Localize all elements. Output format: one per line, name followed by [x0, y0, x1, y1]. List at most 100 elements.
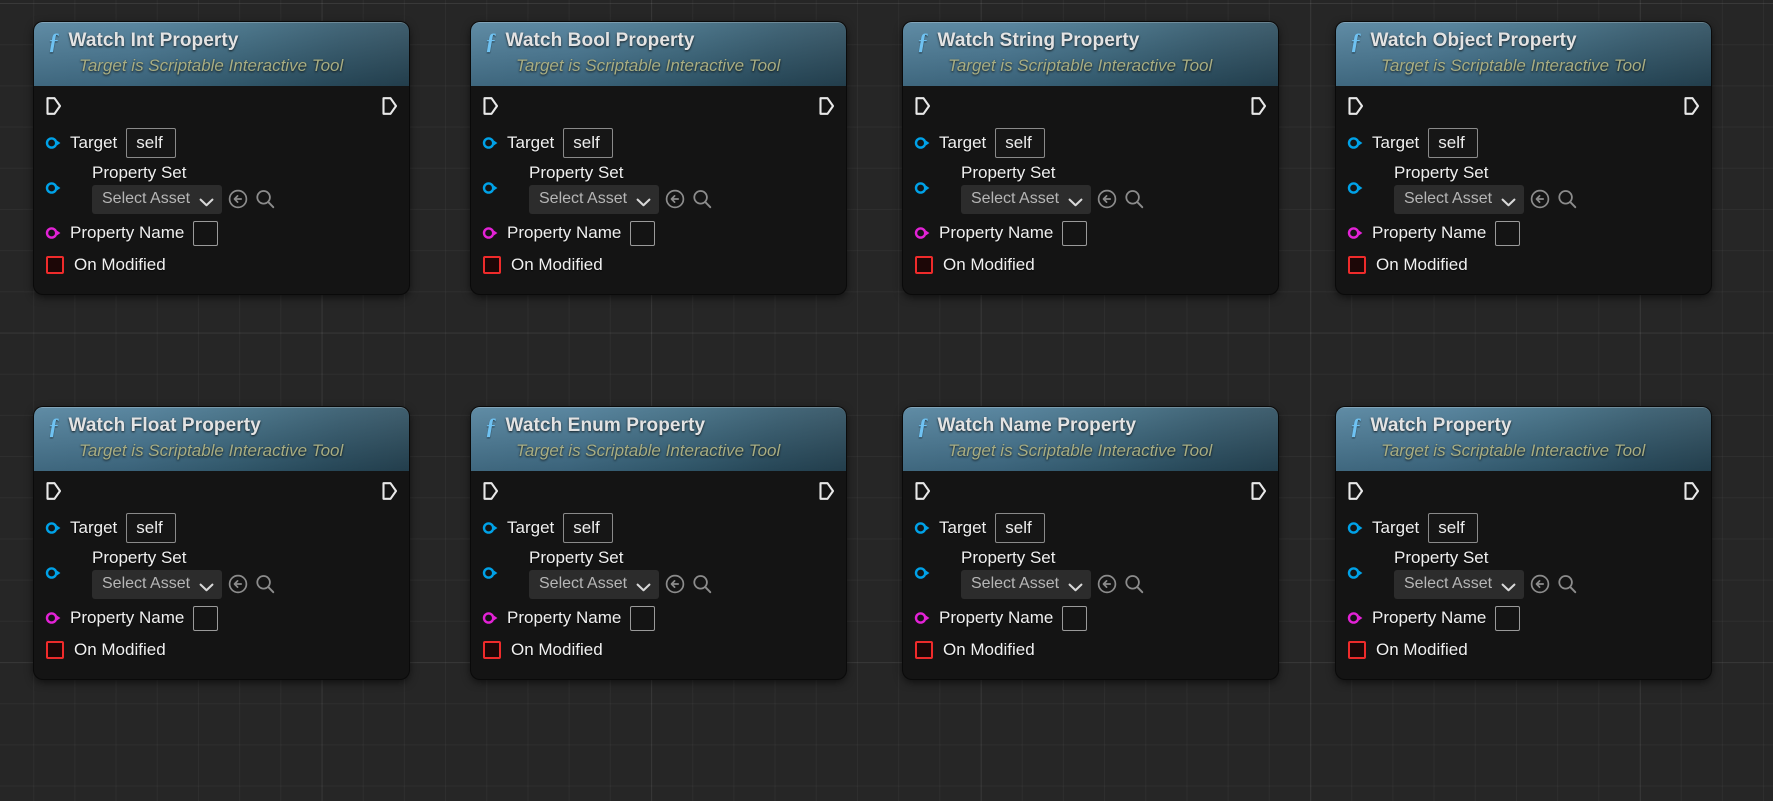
name-pin-icon[interactable] — [45, 225, 61, 241]
asset-picker-dropdown[interactable]: Select Asset — [961, 569, 1092, 599]
exec-output-pin-icon[interactable] — [1250, 96, 1267, 116]
exec-input-pin-icon[interactable] — [482, 96, 499, 116]
object-pin-icon[interactable] — [45, 520, 61, 536]
exec-output-pin-icon[interactable] — [381, 96, 398, 116]
property-name-input[interactable] — [1495, 220, 1521, 246]
object-pin-icon[interactable] — [1347, 180, 1363, 196]
browse-to-asset-icon[interactable] — [1555, 188, 1578, 211]
use-selected-asset-icon[interactable] — [1095, 188, 1118, 211]
node-header[interactable]: ƒ Watch Int Property Target is Scriptabl… — [34, 22, 409, 86]
node-header[interactable]: ƒ Watch Enum Property Target is Scriptab… — [471, 407, 846, 471]
exec-output-pin-icon[interactable] — [381, 481, 398, 501]
target-self-value[interactable]: self — [563, 128, 614, 158]
object-pin-icon[interactable] — [482, 180, 498, 196]
property-name-input[interactable] — [193, 605, 219, 631]
object-pin-icon[interactable] — [1347, 520, 1363, 536]
name-pin-icon[interactable] — [914, 610, 930, 626]
delegate-pin-icon[interactable] — [1348, 641, 1366, 659]
browse-to-asset-icon[interactable] — [253, 188, 276, 211]
property-name-input[interactable] — [1062, 605, 1088, 631]
blueprint-node-3[interactable]: ƒ Watch Object Property Target is Script… — [1336, 22, 1711, 294]
delegate-pin-icon[interactable] — [483, 256, 501, 274]
object-pin-icon[interactable] — [914, 520, 930, 536]
delegate-pin-icon[interactable] — [46, 256, 64, 274]
delegate-pin-icon[interactable] — [915, 641, 933, 659]
object-pin-icon[interactable] — [914, 180, 930, 196]
blueprint-node-1[interactable]: ƒ Watch Bool Property Target is Scriptab… — [471, 22, 846, 294]
name-pin-icon[interactable] — [914, 225, 930, 241]
property-name-input[interactable] — [1062, 220, 1088, 246]
target-self-value[interactable]: self — [563, 513, 614, 543]
object-pin-icon[interactable] — [482, 135, 498, 151]
object-pin-icon[interactable] — [45, 135, 61, 151]
target-self-value[interactable]: self — [995, 128, 1046, 158]
object-pin-icon[interactable] — [1347, 135, 1363, 151]
browse-to-asset-icon[interactable] — [1122, 573, 1145, 596]
object-pin-icon[interactable] — [45, 180, 61, 196]
asset-picker-dropdown[interactable]: Select Asset — [1394, 184, 1525, 214]
asset-picker-dropdown[interactable]: Select Asset — [529, 569, 660, 599]
exec-input-pin-icon[interactable] — [482, 481, 499, 501]
blueprint-graph-canvas[interactable]: ƒ Watch Int Property Target is Scriptabl… — [0, 0, 1773, 801]
use-selected-asset-icon[interactable] — [663, 188, 686, 211]
blueprint-node-7[interactable]: ƒ Watch Property Target is Scriptable In… — [1336, 407, 1711, 679]
property-name-input[interactable] — [630, 605, 656, 631]
delegate-pin-icon[interactable] — [915, 256, 933, 274]
use-selected-asset-icon[interactable] — [226, 573, 249, 596]
exec-output-pin-icon[interactable] — [1250, 481, 1267, 501]
object-pin-icon[interactable] — [45, 565, 61, 581]
target-self-value[interactable]: self — [995, 513, 1046, 543]
browse-to-asset-icon[interactable] — [690, 573, 713, 596]
object-pin-icon[interactable] — [1347, 565, 1363, 581]
asset-picker-dropdown[interactable]: Select Asset — [92, 184, 223, 214]
use-selected-asset-icon[interactable] — [1095, 573, 1118, 596]
node-header[interactable]: ƒ Watch String Property Target is Script… — [903, 22, 1278, 86]
exec-input-pin-icon[interactable] — [1347, 96, 1364, 116]
exec-input-pin-icon[interactable] — [914, 481, 931, 501]
target-self-value[interactable]: self — [126, 513, 177, 543]
node-header[interactable]: ƒ Watch Bool Property Target is Scriptab… — [471, 22, 846, 86]
node-header[interactable]: ƒ Watch Property Target is Scriptable In… — [1336, 407, 1711, 471]
browse-to-asset-icon[interactable] — [690, 188, 713, 211]
property-name-input[interactable] — [193, 220, 219, 246]
asset-picker-dropdown[interactable]: Select Asset — [529, 184, 660, 214]
exec-input-pin-icon[interactable] — [45, 96, 62, 116]
asset-picker-dropdown[interactable]: Select Asset — [1394, 569, 1525, 599]
exec-output-pin-icon[interactable] — [818, 481, 835, 501]
name-pin-icon[interactable] — [45, 610, 61, 626]
name-pin-icon[interactable] — [482, 610, 498, 626]
name-pin-icon[interactable] — [1347, 225, 1363, 241]
node-header[interactable]: ƒ Watch Float Property Target is Scripta… — [34, 407, 409, 471]
blueprint-node-0[interactable]: ƒ Watch Int Property Target is Scriptabl… — [34, 22, 409, 294]
target-self-value[interactable]: self — [126, 128, 177, 158]
name-pin-icon[interactable] — [482, 225, 498, 241]
node-header[interactable]: ƒ Watch Name Property Target is Scriptab… — [903, 407, 1278, 471]
exec-output-pin-icon[interactable] — [1683, 481, 1700, 501]
use-selected-asset-icon[interactable] — [1528, 188, 1551, 211]
browse-to-asset-icon[interactable] — [1555, 573, 1578, 596]
exec-output-pin-icon[interactable] — [1683, 96, 1700, 116]
delegate-pin-icon[interactable] — [46, 641, 64, 659]
use-selected-asset-icon[interactable] — [663, 573, 686, 596]
browse-to-asset-icon[interactable] — [253, 573, 276, 596]
use-selected-asset-icon[interactable] — [226, 188, 249, 211]
asset-picker-dropdown[interactable]: Select Asset — [92, 569, 223, 599]
target-self-value[interactable]: self — [1428, 128, 1479, 158]
object-pin-icon[interactable] — [914, 135, 930, 151]
exec-input-pin-icon[interactable] — [914, 96, 931, 116]
exec-output-pin-icon[interactable] — [818, 96, 835, 116]
object-pin-icon[interactable] — [482, 565, 498, 581]
use-selected-asset-icon[interactable] — [1528, 573, 1551, 596]
property-name-input[interactable] — [630, 220, 656, 246]
browse-to-asset-icon[interactable] — [1122, 188, 1145, 211]
exec-input-pin-icon[interactable] — [1347, 481, 1364, 501]
exec-input-pin-icon[interactable] — [45, 481, 62, 501]
delegate-pin-icon[interactable] — [483, 641, 501, 659]
name-pin-icon[interactable] — [1347, 610, 1363, 626]
blueprint-node-4[interactable]: ƒ Watch Float Property Target is Scripta… — [34, 407, 409, 679]
blueprint-node-2[interactable]: ƒ Watch String Property Target is Script… — [903, 22, 1278, 294]
object-pin-icon[interactable] — [914, 565, 930, 581]
target-self-value[interactable]: self — [1428, 513, 1479, 543]
property-name-input[interactable] — [1495, 605, 1521, 631]
object-pin-icon[interactable] — [482, 520, 498, 536]
